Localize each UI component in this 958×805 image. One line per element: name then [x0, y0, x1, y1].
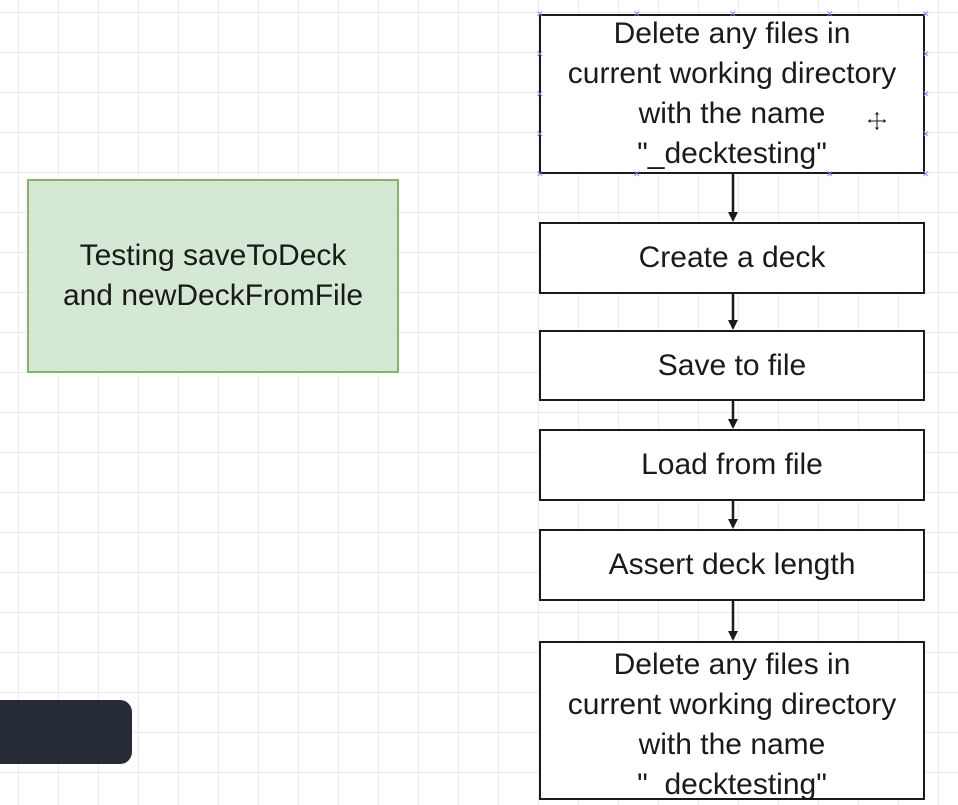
move-cursor-icon [866, 110, 888, 132]
flow-step-delete-files[interactable]: Delete any files in current working dire… [539, 14, 925, 174]
flow-step-delete-files-final[interactable]: Delete any files in current working dire… [539, 641, 925, 801]
overlay-panel [0, 700, 132, 764]
note-box[interactable]: Testing saveToDeck and newDeckFromFile [27, 179, 399, 373]
selection-handle-icon[interactable] [922, 51, 928, 57]
selection-handle-icon[interactable] [922, 11, 928, 17]
selection-handle-icon[interactable] [826, 171, 832, 177]
selection-handle-icon[interactable] [922, 91, 928, 97]
selection-handle-icon[interactable] [826, 11, 832, 17]
selection-handle-icon[interactable] [633, 11, 639, 17]
selection-handle-icon[interactable] [633, 171, 639, 177]
selection-handle-icon[interactable] [536, 51, 542, 57]
flow-step-save-to-file[interactable]: Save to file [539, 330, 925, 401]
flow-step-assert-deck-length[interactable]: Assert deck length [539, 529, 925, 601]
selection-handle-icon[interactable] [536, 171, 542, 177]
flow-step-create-deck[interactable]: Create a deck [539, 222, 925, 294]
selection-handle-icon[interactable] [536, 11, 542, 17]
flow-step-load-from-file[interactable]: Load from file [539, 429, 925, 501]
selection-handle-icon[interactable] [922, 131, 928, 137]
selection-handle-icon[interactable] [922, 171, 928, 177]
selection-handle-icon[interactable] [536, 131, 542, 137]
selection-handle-icon[interactable] [729, 11, 735, 17]
selection-handle-icon[interactable] [536, 91, 542, 97]
